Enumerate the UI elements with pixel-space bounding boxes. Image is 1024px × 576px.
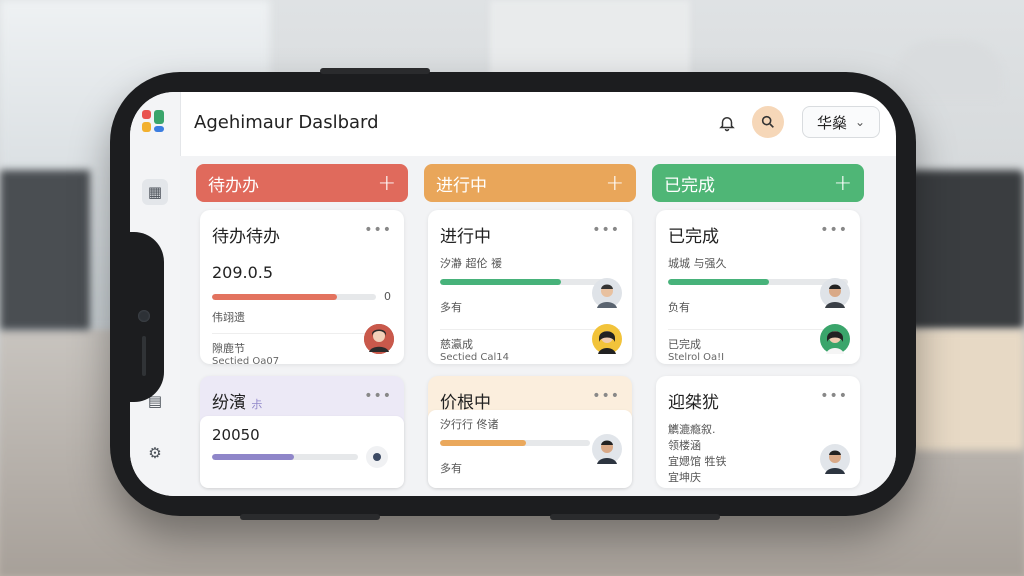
search-icon[interactable] bbox=[752, 106, 784, 138]
status-dot-icon[interactable] bbox=[366, 446, 388, 468]
column-done: 已完成 + 已完成 ••• 城城 与强久 负有 已完成 Stelrol Oa!I bbox=[652, 164, 864, 488]
column-header-done: 已完成 + bbox=[652, 164, 864, 202]
chevron-down-icon: ⌄ bbox=[854, 115, 866, 129]
kanban-board: 待办办 + 待办待办 ••• 209.0.5 0 伟翊遗 隙鹿节 Sectied… bbox=[180, 156, 896, 496]
more-options-icon[interactable]: ••• bbox=[592, 388, 620, 404]
page-title: Agehimaur Daslbard bbox=[194, 112, 379, 133]
card-label: 伟翊遗 bbox=[212, 311, 245, 324]
card-subtitle: 城城 与强久 bbox=[668, 257, 727, 270]
settings-gear-icon[interactable]: ⚙ bbox=[142, 440, 168, 466]
more-options-icon[interactable]: ••• bbox=[364, 222, 392, 238]
more-options-icon[interactable]: ••• bbox=[820, 222, 848, 238]
task-card[interactable]: 纷濱 尗 ••• 20050 bbox=[200, 376, 404, 488]
column-header-in-progress: 进行中 + bbox=[424, 164, 636, 202]
dashboard-icon[interactable]: ▦ bbox=[142, 179, 168, 205]
card-subtitle: 汐瀞 超伦 禐 bbox=[440, 257, 502, 270]
column-title: 进行中 bbox=[436, 175, 487, 196]
avatar bbox=[820, 278, 850, 308]
task-card[interactable]: 价根中 ••• 汐行行 佟诸 多有 bbox=[428, 376, 632, 488]
card-value: 20050 bbox=[212, 426, 260, 444]
card-body: 汐行行 佟诸 多有 bbox=[428, 410, 632, 488]
avatar bbox=[592, 324, 622, 354]
task-card[interactable]: 迎桀犹 ••• 觽漉瘾叙. 领楼涵 宜媤馆 牲铁 宜坤庆 bbox=[656, 376, 860, 488]
progress-count: 0 bbox=[384, 290, 391, 303]
progress-bar bbox=[440, 279, 604, 285]
task-card[interactable]: 已完成 ••• 城城 与强久 负有 已完成 Stelrol Oa!I bbox=[656, 210, 860, 364]
camera-icon bbox=[138, 310, 150, 322]
progress-bar bbox=[440, 440, 590, 446]
more-options-icon[interactable]: ••• bbox=[592, 222, 620, 238]
card-subtitle: 汐行行 佟诸 bbox=[440, 418, 499, 431]
card-line: 觽漉瘾叙. bbox=[668, 423, 716, 436]
column-title: 待办办 bbox=[208, 175, 259, 196]
phone-screen: ▦ ▤ ⚙ Agehimaur Daslbard 华燊 ⌄ 待办办 + 待办待办… bbox=[130, 92, 896, 496]
avatar bbox=[820, 444, 850, 474]
add-card-button[interactable]: + bbox=[606, 171, 624, 196]
bell-icon[interactable] bbox=[712, 108, 742, 138]
avatar bbox=[820, 324, 850, 354]
progress-bar bbox=[212, 454, 358, 460]
more-options-icon[interactable]: ••• bbox=[364, 388, 392, 404]
column-title: 已完成 bbox=[664, 175, 715, 196]
app-logo-icon[interactable] bbox=[142, 110, 164, 132]
add-card-button[interactable]: + bbox=[834, 171, 852, 196]
more-options-icon[interactable]: ••• bbox=[820, 388, 848, 404]
add-card-button[interactable]: + bbox=[378, 171, 396, 196]
language-label: 华燊 bbox=[816, 113, 847, 132]
phone-frame: ▦ ▤ ⚙ Agehimaur Daslbard 华燊 ⌄ 待办办 + 待办待办… bbox=[110, 68, 916, 520]
card-footer-date: Sectied Oa07 bbox=[212, 356, 280, 367]
top-header: Agehimaur Daslbard 华燊 ⌄ bbox=[180, 92, 896, 157]
column-header-todo: 待办办 + bbox=[196, 164, 408, 202]
language-select[interactable]: 华燊 ⌄ bbox=[802, 106, 880, 138]
progress-bar bbox=[212, 293, 376, 300]
column-in-progress: 进行中 + 进行中 ••• 汐瀞 超伦 禐 多有 慈瀛成 Sectied Cal… bbox=[424, 164, 636, 488]
card-value: 209.0.5 bbox=[212, 263, 274, 282]
task-card[interactable]: 进行中 ••• 汐瀞 超伦 禐 多有 慈瀛成 Sectied Cal14 bbox=[428, 210, 632, 364]
avatar bbox=[592, 278, 622, 308]
task-card[interactable]: 待办待办 ••• 209.0.5 0 伟翊遗 隙鹿节 Sectied Oa07 bbox=[200, 210, 404, 367]
card-body: 20050 bbox=[200, 416, 404, 488]
column-todo: 待办办 + 待办待办 ••• 209.0.5 0 伟翊遗 隙鹿节 Sectied… bbox=[196, 164, 408, 488]
avatar bbox=[364, 324, 394, 354]
avatar bbox=[592, 434, 622, 464]
camera-notch bbox=[130, 232, 164, 402]
